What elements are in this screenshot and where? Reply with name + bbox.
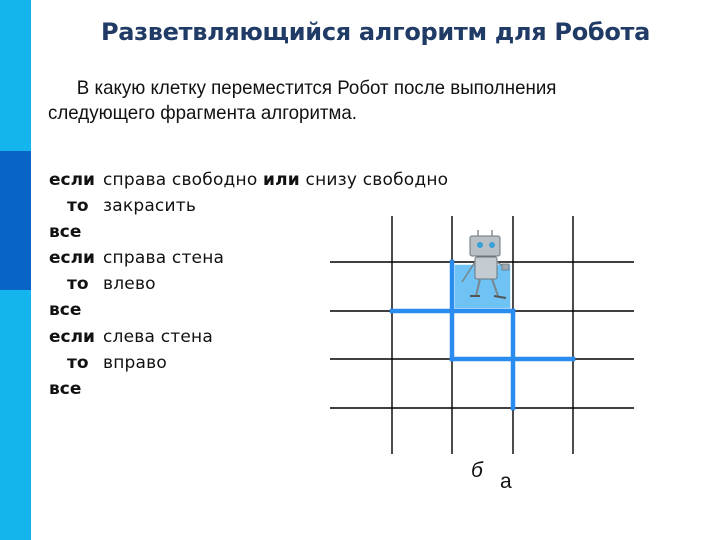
cell-label-a: а xyxy=(500,470,512,493)
robot-field xyxy=(330,216,634,454)
cell-label-b: б xyxy=(471,459,483,482)
